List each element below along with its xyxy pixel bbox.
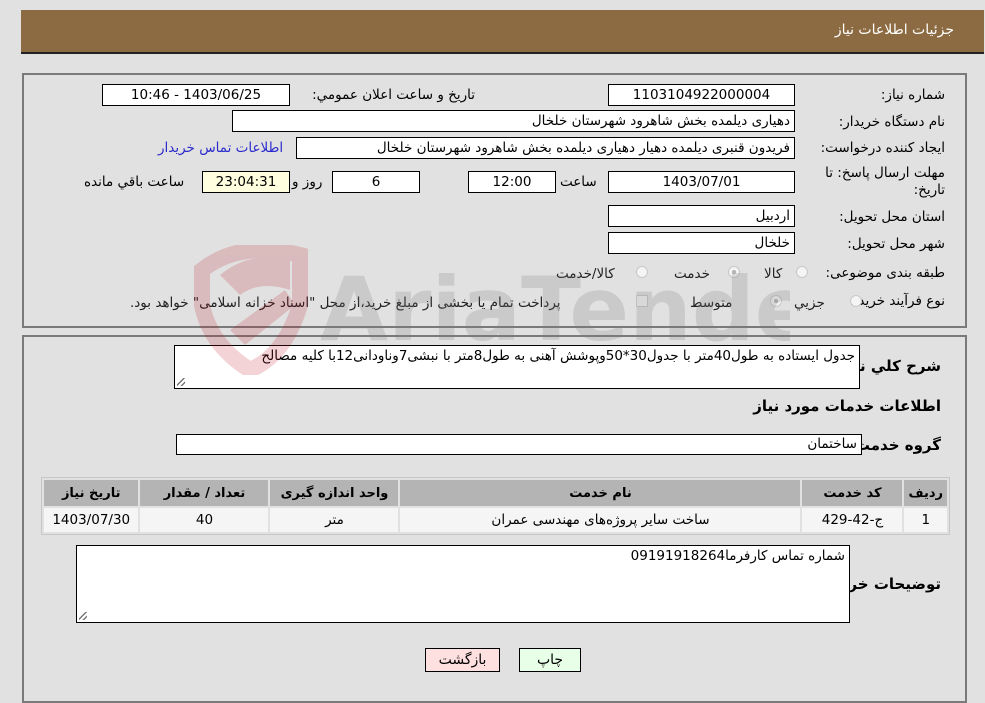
table-row: 1 ج-42-429 ساخت سایر پروژه‌های مهندسی عم… [44,508,947,532]
services-table: رديف کد خدمت نام خدمت واحد اندازه گيری ت… [41,477,950,535]
need-number-label: شماره نیاز: [880,87,945,103]
category-service-radio[interactable] [728,266,740,278]
deadline-date-field: 1403/07/01 [608,171,795,193]
days-label: روز و [292,174,323,190]
col-need-date: تاريخ نياز [44,480,139,506]
buyer-org-field: دهیاری دیلمده بخش شاهرود شهرستان خلخال [232,110,795,132]
resize-grip-icon[interactable] [177,378,185,386]
col-service-code: کد خدمت [802,480,903,506]
category-goods-label: کالا [764,266,783,282]
announce-datetime-label: تاریخ و ساعت اعلان عمومي: [312,87,475,103]
cell-quantity: 40 [140,508,269,532]
purchase-type-minor-label: جزيي [794,295,825,311]
time-remaining-label: ساعت باقي مانده [84,174,185,190]
purchase-type-medium-radio[interactable] [770,295,782,307]
deadline-time-label: ساعت [560,174,597,190]
need-info-panel: شماره نیاز: 1103104922000004 تاریخ و ساع… [22,73,967,328]
back-button[interactable]: بازگشت [425,648,500,672]
col-service-name: نام خدمت [400,480,801,506]
category-goods-service-label: کالا/خدمت [556,266,615,282]
category-goods-radio[interactable] [796,266,808,278]
description-field: جدول ایستاده به طول40متر با جدول30*50وپو… [174,345,860,389]
col-row-number: رديف [904,480,947,506]
cell-row-number: 1 [904,508,947,532]
col-quantity: تعداد / مقدار [140,480,269,506]
resize-grip-icon[interactable] [79,612,87,620]
page-title: جزئیات اطلاعات نیاز [834,22,954,38]
days-remaining-field: 6 [332,171,420,193]
purchase-type-minor-radio[interactable] [850,295,862,307]
description-text: جدول ایستاده به طول40متر با جدول30*50وپو… [261,348,855,364]
need-number-field: 1103104922000004 [608,84,795,106]
cell-service-code: ج-42-429 [802,508,903,532]
cell-need-date: 1403/07/30 [44,508,139,532]
province-field: اردبیل [608,205,795,227]
deadline-label: مهلت ارسال پاسخ: تا تاریخ: [825,165,945,198]
category-service-label: خدمت [674,266,710,282]
province-label: استان محل تحویل: [839,209,945,225]
service-group-label: گروه خدمت: [848,436,941,454]
col-unit: واحد اندازه گيری [270,480,399,506]
services-section-title: اطلاعات خدمات مورد نياز [753,397,941,415]
city-field: خلخال [608,232,795,254]
buyer-org-label: نام دستگاه خريدار: [838,114,945,130]
requester-field: فریدون قنبری دیلمده دهیار دهیاری دیلمده … [296,137,795,159]
cell-service-name: ساخت سایر پروژه‌های مهندسی عمران [400,508,801,532]
category-label: طبقه بندی موضوعی: [825,265,945,281]
services-table-header: رديف کد خدمت نام خدمت واحد اندازه گيری ت… [44,480,947,506]
print-button[interactable]: چاپ [519,648,581,672]
city-label: شهر محل تحویل: [847,236,945,252]
treasury-checkbox[interactable] [636,295,648,307]
service-group-field: ساختمان [176,434,862,455]
time-remaining-field: 23:04:31 [202,171,290,193]
cell-unit: متر [270,508,399,532]
buyer-notes-field: شماره تماس کارفرما09191918264 [76,545,850,623]
treasury-checkbox-label: پرداخت تمام یا بخشی از مبلغ خرید،از محل … [130,295,561,311]
deadline-time-field: 12:00 [468,171,556,193]
requester-label: ایجاد کننده درخواست: [820,140,945,156]
purchase-type-label: نوع فرآیند خرید : [849,293,945,309]
category-goods-service-radio[interactable] [636,266,648,278]
page-header: جزئیات اطلاعات نیاز [21,10,984,54]
buyer-notes-text: شماره تماس کارفرما09191918264 [630,548,845,564]
announce-datetime-field: 1403/06/25 - 10:46 [102,84,290,106]
purchase-type-medium-label: متوسط [690,295,733,311]
buyer-contact-link[interactable]: اطلاعات تماس خریدار [158,140,283,156]
